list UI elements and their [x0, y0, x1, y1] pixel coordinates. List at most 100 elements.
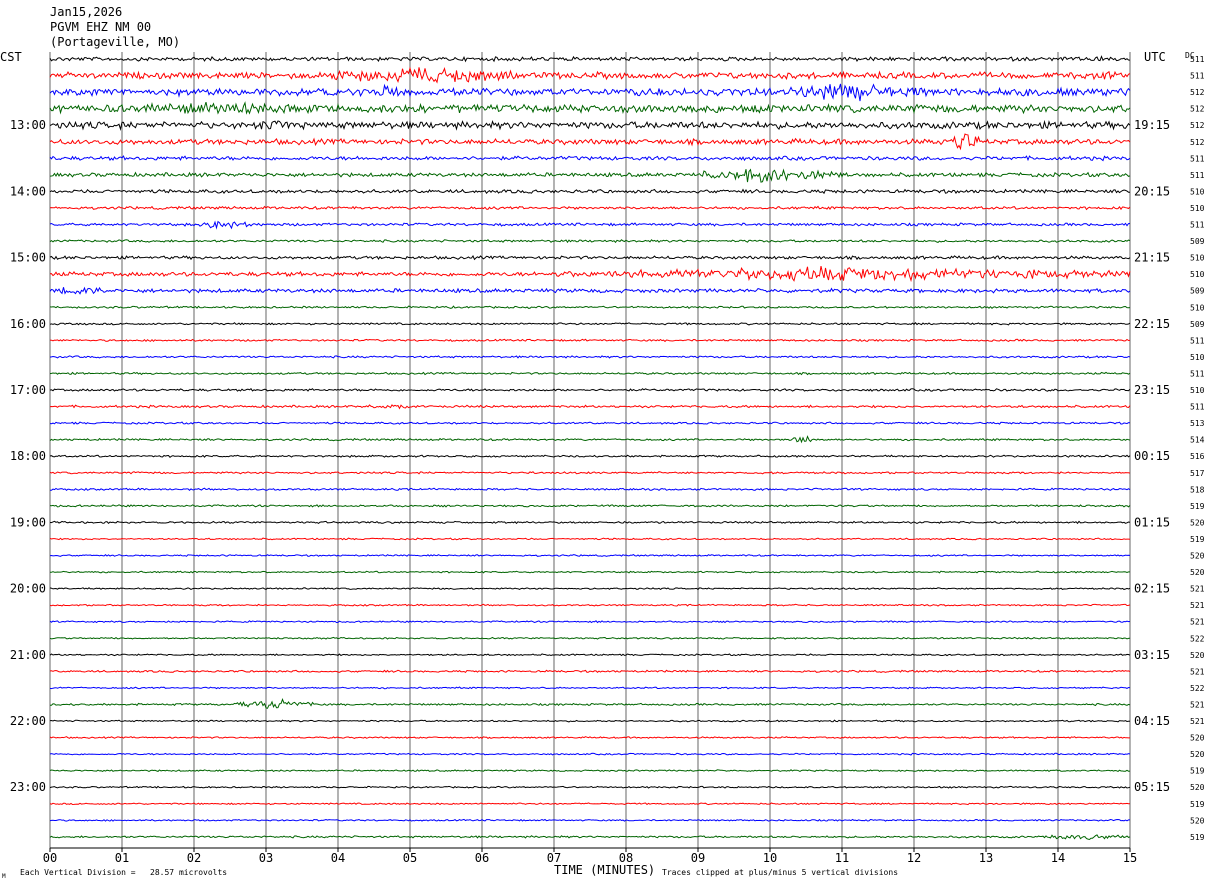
dc-offset-label: 519 — [1190, 535, 1205, 544]
trace-line — [49, 220, 1131, 230]
trace-line — [49, 265, 1131, 283]
trace-line — [49, 785, 1131, 789]
dc-offset-label: 511 — [1190, 336, 1205, 345]
dc-offset-label: 521 — [1190, 717, 1205, 726]
dc-offset-label: 513 — [1190, 419, 1205, 428]
utc-hour-label: 23:15 — [1134, 383, 1170, 397]
x-tick-label: 04 — [331, 851, 345, 865]
utc-hour-label: 03:15 — [1134, 648, 1170, 662]
dc-offset-label: 511 — [1190, 55, 1205, 64]
trace-line — [49, 435, 1131, 444]
dc-offset-label: 510 — [1190, 254, 1205, 263]
utc-hour-labels: 19:15 20:15 21:15 22:15 23:15 00:15 01:15 02:15… — [1134, 118, 1170, 794]
dc-offset-label: 510 — [1190, 270, 1205, 279]
dc-offset-label: 511 — [1190, 221, 1205, 230]
vertical-division-note: Each Vertical Division = 28.57 microvolt… — [20, 868, 227, 877]
cst-hour-label: 14:00 — [10, 184, 46, 198]
trace-line — [49, 205, 1131, 211]
dc-offset-label: 520 — [1190, 750, 1205, 759]
trace-line — [49, 387, 1131, 392]
cst-hour-label: 19:00 — [10, 515, 46, 529]
dc-offset-label: 520 — [1190, 552, 1205, 561]
dc-offset-label: 511 — [1190, 72, 1205, 81]
trace-line — [49, 286, 1131, 295]
x-tick-label: 10 — [763, 851, 777, 865]
trace-line — [50, 487, 1131, 492]
trace-line — [49, 537, 1131, 541]
dc-offset-label: 510 — [1190, 386, 1205, 395]
utc-hour-label: 01:15 — [1134, 515, 1170, 529]
cst-hour-label: 23:00 — [10, 780, 46, 794]
helicorder-chart: Jan15,2026 PGVM EHZ NM 00 (Portageville,… — [0, 5, 1205, 880]
cst-hour-label: 13:00 — [10, 118, 46, 132]
location-label: (Portageville, MO) — [50, 35, 180, 49]
cst-hour-label: 17:00 — [10, 383, 46, 397]
dc-offset-label: 511 — [1190, 171, 1205, 180]
dc-offset-label: 520 — [1190, 518, 1205, 527]
cst-hour-label: 20:00 — [10, 582, 46, 596]
dc-offset-label: 516 — [1190, 452, 1205, 461]
x-tick-label: 15 — [1123, 851, 1137, 865]
dc-offset-label: 519 — [1190, 767, 1205, 776]
trace-line — [49, 554, 1131, 557]
dc-offset-label: 510 — [1190, 187, 1205, 196]
date-label: Jan15,2026 — [50, 5, 122, 19]
trace-line — [49, 504, 1131, 508]
corner-mark: M — [2, 873, 6, 880]
trace-line — [49, 101, 1131, 115]
trace-line — [49, 802, 1131, 806]
utc-hour-label: 02:15 — [1134, 582, 1170, 596]
trace-line — [49, 653, 1131, 657]
dc-offset-label: 521 — [1190, 701, 1205, 710]
dc-offset-label: 520 — [1190, 783, 1205, 792]
trace-line — [49, 168, 1131, 183]
trace-line — [49, 752, 1131, 756]
x-tick-label: 11 — [835, 851, 849, 865]
utc-hour-label: 19:15 — [1134, 118, 1170, 132]
dc-offset-label: 510 — [1190, 204, 1205, 213]
dc-offset-label: 509 — [1190, 237, 1205, 246]
dc-offset-label: 521 — [1190, 585, 1205, 594]
cst-hour-label: 16:00 — [10, 317, 46, 331]
dc-offset-label: 520 — [1190, 734, 1205, 743]
trace-line — [49, 338, 1131, 343]
dc-offset-label: 509 — [1190, 320, 1205, 329]
utc-hour-label: 04:15 — [1134, 714, 1170, 728]
trace-line — [49, 454, 1131, 458]
seismic-traces — [49, 55, 1131, 841]
cst-hour-label: 22:00 — [10, 714, 46, 728]
dc-offset-label: 519 — [1190, 800, 1205, 809]
trace-line — [49, 371, 1131, 376]
trace-line — [49, 239, 1131, 244]
x-tick-label: 01 — [115, 851, 129, 865]
trace-line — [50, 697, 1131, 709]
utc-hour-label: 22:15 — [1134, 317, 1170, 331]
x-tick-label: 02 — [187, 851, 201, 865]
station-label: PGVM EHZ NM 00 — [50, 20, 151, 34]
dc-offset-label: 517 — [1190, 469, 1205, 478]
trace-line — [49, 603, 1131, 607]
x-tick-label: 12 — [907, 851, 921, 865]
trace-line — [49, 686, 1131, 690]
dc-offset-label: 510 — [1190, 303, 1205, 312]
trace-line — [49, 83, 1131, 102]
trace-line — [49, 587, 1131, 591]
trace-line — [49, 133, 1131, 151]
trace-line — [49, 636, 1131, 640]
cst-hour-label: 18:00 — [10, 449, 46, 463]
trace-line — [49, 305, 1131, 309]
right-timezone-label: UTC — [1144, 50, 1166, 64]
dc-offset-label: 521 — [1190, 618, 1205, 627]
trace-line — [49, 620, 1131, 624]
trace-line — [49, 669, 1131, 674]
dc-offset-label: 521 — [1190, 667, 1205, 676]
dc-offset-label: 509 — [1190, 287, 1205, 296]
dc-offset-label: 511 — [1190, 154, 1205, 163]
utc-hour-label: 21:15 — [1134, 251, 1170, 265]
dc-offset-label: 521 — [1190, 601, 1205, 610]
trace-line — [49, 769, 1131, 773]
dc-offset-label: 520 — [1190, 651, 1205, 660]
dc-offset-label: 520 — [1190, 816, 1205, 825]
left-timezone-label: CST — [0, 50, 22, 64]
dc-offset-label: 511 — [1190, 369, 1205, 378]
